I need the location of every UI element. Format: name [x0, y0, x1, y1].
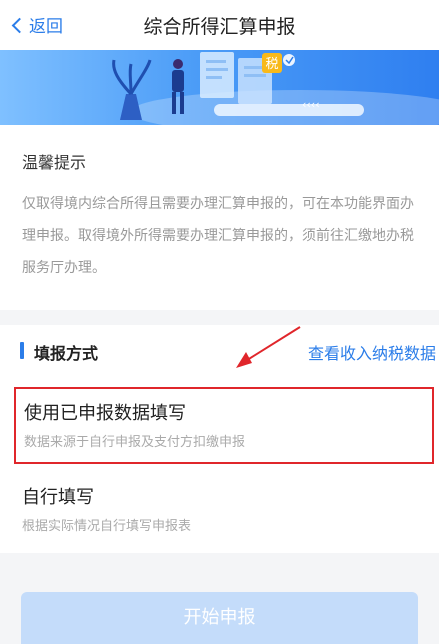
annotation-arrow	[236, 326, 301, 368]
start-declaration-button[interactable]: 开始申报	[21, 592, 418, 644]
